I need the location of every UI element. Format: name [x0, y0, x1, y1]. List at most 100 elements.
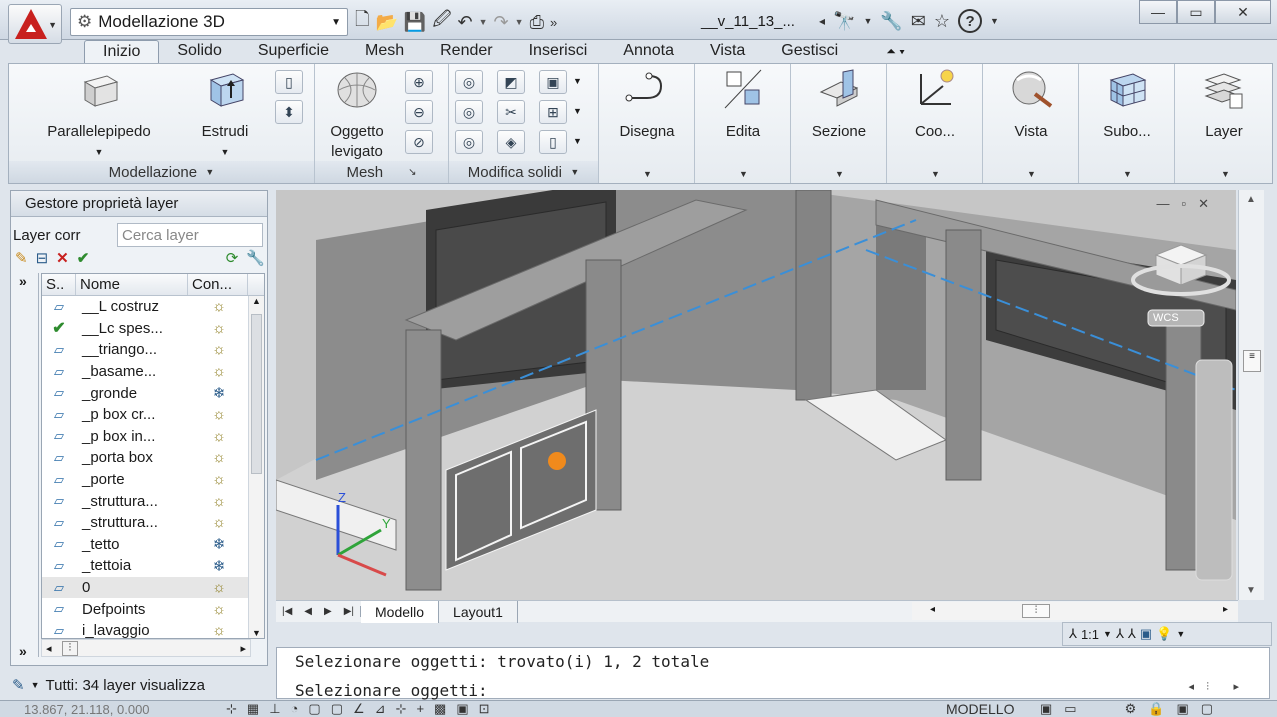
expand-filter-icon[interactable]: »: [19, 643, 27, 659]
tab-mesh[interactable]: Mesh: [347, 40, 422, 64]
layer-status-icon[interactable]: ▱: [42, 580, 76, 596]
layer-name[interactable]: _porte: [76, 471, 194, 488]
scroll-right-icon[interactable]: ▸: [1223, 604, 1228, 615]
intersect-icon[interactable]: ◎: [455, 130, 483, 154]
chevron-down-icon[interactable]: ▼: [931, 169, 940, 179]
panel-title[interactable]: Modellazione ▼: [9, 161, 314, 183]
scroll-thumb[interactable]: ⫶: [1022, 604, 1050, 618]
layer-name[interactable]: _struttura...: [76, 514, 194, 531]
settings-wrench-icon[interactable]: 🔧: [246, 249, 265, 267]
layer-row[interactable]: ▱ _struttura... ☼: [42, 490, 264, 512]
scroll-right-icon[interactable]: ▸: [240, 642, 246, 655]
layer-row[interactable]: ▱ _gronde ❄: [42, 382, 264, 404]
save-icon[interactable]: 💾: [404, 12, 426, 33]
3d-osnap-icon[interactable]: ▢: [331, 701, 343, 717]
new-layer-icon[interactable]: ✎: [15, 249, 28, 267]
layer-name[interactable]: _p box in...: [76, 428, 194, 445]
column-name[interactable]: Nome: [76, 274, 188, 295]
current-layer-check-icon[interactable]: ✔: [42, 318, 76, 338]
close-button[interactable]: ✕: [1215, 0, 1271, 24]
tab-layout1[interactable]: Layout1: [439, 600, 518, 623]
layer-row[interactable]: ▱ _tetto ❄: [42, 534, 264, 556]
thawed-sun-icon[interactable]: ☼: [194, 406, 244, 423]
workspace-selector[interactable]: ⚙ Modellazione 3D ▼: [70, 8, 348, 36]
tab-vista[interactable]: Vista: [692, 40, 763, 64]
frozen-snowflake-icon[interactable]: ❄: [194, 535, 244, 553]
layer-status-icon[interactable]: ▱: [42, 428, 76, 444]
new-file-icon[interactable]: 🗋: [355, 7, 369, 37]
scroll-down-icon[interactable]: ▼: [1246, 585, 1256, 596]
layer-status-icon[interactable]: ▱: [42, 623, 76, 638]
palette-title[interactable]: Gestore proprietà layer: [11, 191, 267, 217]
chevron-down-icon[interactable]: ▼: [643, 169, 652, 179]
set-current-icon[interactable]: ✔: [77, 249, 90, 267]
scroll-up-icon[interactable]: ▲: [1246, 194, 1256, 205]
next-layout-icon[interactable]: ▶: [318, 606, 338, 617]
layer-row[interactable]: ✔ __Lc spes... ☼: [42, 318, 264, 340]
layer-row[interactable]: ▱ _porte ☼: [42, 469, 264, 491]
workspace-switch-icon[interactable]: ▣: [1140, 626, 1152, 642]
quick-view-drawings-icon[interactable]: ▭: [1064, 701, 1076, 717]
viewcube[interactable]: [1138, 240, 1228, 300]
scroll-left-icon[interactable]: ◂: [46, 642, 52, 655]
chevron-down-icon[interactable]: ▼: [1103, 629, 1112, 639]
sezione-button[interactable]: Sezione: [791, 68, 887, 142]
coordinates-readout[interactable]: 13.867, 21.118, 0.000: [24, 702, 150, 717]
layer-status-icon[interactable]: ▱: [42, 407, 76, 423]
model-space-label[interactable]: MODELLO: [946, 701, 1014, 717]
new-layer-frozen-icon[interactable]: ⊟: [36, 249, 49, 267]
layer-status-icon[interactable]: ▱: [42, 299, 76, 315]
layer-list-hscrollbar[interactable]: ◂ ⫶ ▸: [41, 639, 251, 657]
layer-status-icon[interactable]: ▱: [42, 493, 76, 509]
column-on[interactable]: Con...: [188, 274, 248, 295]
polysolid-icon[interactable]: ▯: [275, 70, 303, 94]
prev-layout-icon[interactable]: ◀: [298, 606, 318, 617]
chevron-down-icon[interactable]: ▼: [573, 76, 582, 86]
layer-row[interactable]: ▱ _p box in... ☼: [42, 426, 264, 448]
frozen-snowflake-icon[interactable]: ❄: [194, 557, 244, 575]
layer-name[interactable]: __triango...: [76, 341, 194, 358]
tab-inserisci[interactable]: Inserisci: [511, 40, 606, 64]
union-icon[interactable]: ◎: [455, 70, 483, 94]
first-layout-icon[interactable]: |◀: [276, 606, 298, 617]
viewport-vscrollbar[interactable]: ▲ ≡ ▼: [1238, 190, 1264, 600]
selection-cycling-icon[interactable]: ⊡: [479, 701, 490, 717]
tab-modello[interactable]: Modello: [361, 600, 440, 623]
layer-row[interactable]: ▱ _porta box ☼: [42, 447, 264, 469]
scroll-down-icon[interactable]: ▼: [252, 628, 261, 638]
toolbar-lock-icon[interactable]: 🔒: [1148, 701, 1164, 717]
layer-name[interactable]: _struttura...: [76, 493, 194, 510]
layer-search-input[interactable]: Cerca layer: [117, 223, 263, 247]
ribbon-minimize-toggle-icon[interactable]: ⏶ ▾: [886, 40, 905, 64]
redo-icon[interactable]: ↷: [494, 12, 509, 33]
layer-name[interactable]: _porta box: [76, 449, 194, 466]
command-line[interactable]: Selezionare oggetti: trovato(i) 1, 2 tot…: [276, 647, 1270, 700]
lineweight-icon[interactable]: +: [416, 701, 424, 717]
thawed-sun-icon[interactable]: ☼: [194, 341, 244, 358]
layer-name[interactable]: i_lavaggio: [76, 622, 194, 638]
refresh-icon[interactable]: ⟳: [226, 249, 239, 267]
layer-status-icon[interactable]: ▱: [42, 515, 76, 531]
minimize-button[interactable]: —: [1139, 0, 1177, 24]
open-file-icon[interactable]: 📂: [375, 12, 397, 33]
layer-row[interactable]: ▱ Defpoints ☼: [42, 598, 264, 620]
quick-view-layouts-icon[interactable]: ▣: [1040, 701, 1052, 717]
layer-row[interactable]: ▱ _struttura... ☼: [42, 512, 264, 534]
edita-button[interactable]: Edita: [695, 68, 791, 142]
thawed-sun-icon[interactable]: ☼: [194, 493, 244, 510]
dyn-icon[interactable]: ⊹: [396, 701, 407, 717]
workspace-gear-icon[interactable]: ⚙: [1125, 701, 1137, 717]
layer-status-icon[interactable]: ▱: [42, 536, 76, 552]
layer-name[interactable]: __Lc spes...: [76, 320, 194, 337]
print-icon[interactable]: ⎙: [530, 12, 544, 33]
chevron-down-icon[interactable]: ▼: [1221, 169, 1230, 179]
thawed-sun-icon[interactable]: ☼: [194, 622, 244, 638]
separate-icon[interactable]: ▯: [539, 130, 567, 154]
chevron-down-icon[interactable]: ▼: [990, 16, 999, 26]
thawed-sun-icon[interactable]: ☼: [194, 363, 244, 380]
layer-name[interactable]: __L costruz: [76, 298, 194, 315]
chevron-down-icon[interactable]: ▼: [573, 106, 582, 116]
layer-row[interactable]: ▱ 0 ☼: [42, 576, 264, 599]
palette-properties-icon[interactable]: ✎: [12, 676, 25, 694]
osnap-icon[interactable]: ▢: [308, 701, 320, 717]
